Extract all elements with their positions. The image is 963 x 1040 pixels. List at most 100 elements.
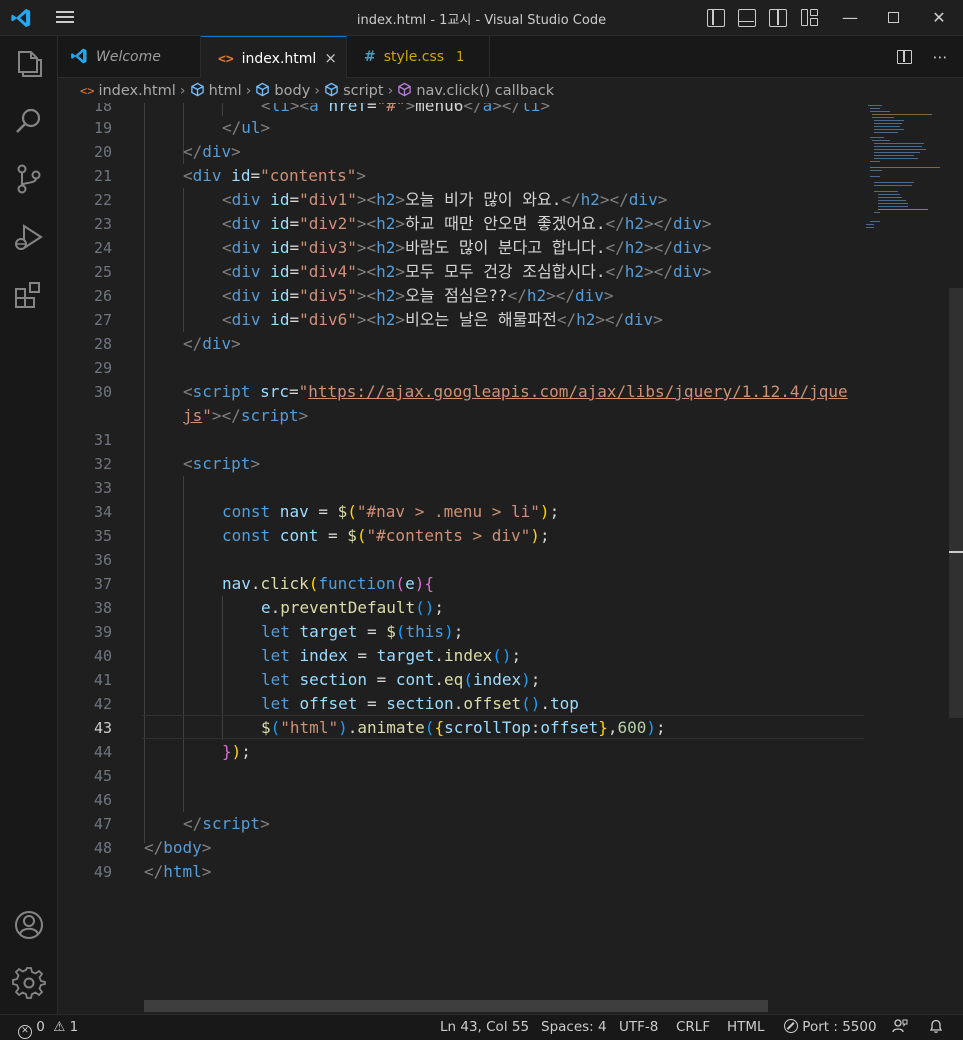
line-number: 48 (93, 839, 112, 857)
css-icon: # (364, 49, 376, 65)
close-window-icon[interactable]: ✕ (927, 6, 951, 30)
notifications-bell-icon[interactable] (928, 1015, 944, 1040)
line-number: 19 (93, 119, 112, 137)
code-line: </div> (183, 334, 241, 353)
tab-label: style.css (383, 49, 445, 65)
code-line: }); (222, 742, 251, 761)
chevron-right-icon: › (387, 83, 394, 99)
line-number: 37 (93, 575, 112, 593)
indent-guide (222, 103, 223, 116)
menu-hamburger-icon[interactable] (54, 8, 76, 28)
run-debug-icon[interactable] (12, 220, 46, 254)
scrollbar-cursor-marker (949, 551, 963, 553)
code-line: nav.click(function(e){ (222, 574, 434, 593)
extensions-icon[interactable] (12, 278, 46, 312)
status-bar: ✕ 0 ⚠ 1 Ln 43, Col 55 Spaces: 4 UTF-8 CR… (0, 1014, 963, 1040)
minimize-icon[interactable]: — (838, 6, 862, 30)
code-line: </body> (144, 838, 212, 857)
breadcrumb-callback[interactable]: nav.click() callback (416, 83, 554, 99)
tab-bar: Welcome <> index.html × # style.css 1 ⋯ (58, 36, 963, 79)
breadcrumb-script[interactable]: script (343, 83, 383, 99)
line-number: 22 (93, 191, 112, 209)
close-tab-icon[interactable]: × (324, 37, 337, 79)
tab-welcome[interactable]: Welcome (58, 36, 201, 78)
code-line: </div> (183, 142, 241, 161)
explorer-icon[interactable] (12, 46, 46, 80)
line-number: 30 (93, 383, 112, 401)
split-editor-icon[interactable] (894, 46, 916, 68)
code-line: let target = $(this); (261, 622, 464, 641)
code-line: </script> (183, 814, 270, 833)
line-number: 33 (93, 479, 112, 497)
breadcrumb-file[interactable]: index.html (98, 83, 175, 99)
line-number: 40 (93, 647, 112, 665)
line-number: 20 (93, 143, 112, 161)
minimap[interactable] (864, 103, 946, 303)
vertical-scrollbar[interactable] (949, 288, 963, 718)
html-icon: <> (218, 52, 234, 67)
accounts-icon[interactable] (12, 908, 46, 942)
line-number: 23 (93, 215, 112, 233)
code-line-wrapped: js"></script> (183, 406, 309, 425)
toggle-panel-icon[interactable] (738, 9, 756, 27)
breadcrumb-body[interactable]: body (274, 83, 310, 99)
line-number: 39 (93, 623, 112, 641)
toggle-secondary-sidebar-icon[interactable] (769, 9, 787, 27)
line-number: 38 (93, 599, 112, 617)
more-actions-icon[interactable]: ⋯ (929, 46, 951, 68)
code-line: <div id="div4"><h2>모두 모두 건강 조심합시다.</h2><… (222, 262, 712, 281)
code-line: <div id="div3"><h2>바람도 많이 분다고 합니다.</h2><… (222, 238, 712, 257)
breadcrumb-html[interactable]: html (209, 83, 242, 99)
chevron-right-icon: › (179, 83, 186, 99)
tab-style-css[interactable]: # style.css 1 (347, 36, 490, 78)
line-number: 46 (93, 791, 112, 809)
jquery-link[interactable]: https://ajax.googleapis.com/ajax/libs/jq… (308, 382, 847, 401)
code-line: let index = target.index(); (261, 646, 522, 665)
error-count: 0 (36, 1019, 45, 1035)
indentation[interactable]: Spaces: 4 (541, 1015, 607, 1040)
feedback-icon[interactable] (892, 1015, 908, 1040)
toggle-primary-sidebar-icon[interactable] (707, 9, 725, 27)
element-icon (325, 82, 338, 97)
code-line: <div id="div2"><h2>하교 때만 안오면 좋겠어요.</h2><… (222, 214, 712, 233)
line-number: 41 (93, 671, 112, 689)
search-icon[interactable] (12, 104, 46, 138)
maximize-icon[interactable] (881, 6, 905, 30)
line-number: 29 (93, 359, 112, 377)
editor-actions: ⋯ (886, 46, 951, 68)
encoding[interactable]: UTF-8 (619, 1015, 658, 1040)
line-number: 21 (93, 167, 112, 185)
line-ending[interactable]: CRLF (676, 1015, 710, 1040)
code-line: let section = cont.eq(index); (261, 670, 541, 689)
code-area[interactable]: <li><a href="#">menu6</a></li> </ul> </d… (142, 103, 864, 1014)
code-line: <div id="contents"> (183, 166, 367, 185)
title-bar: index.html - 1교시 - Visual Studio Code — … (0, 0, 963, 36)
element-icon (256, 82, 270, 97)
line-number: 24 (93, 239, 112, 257)
code-line: <div id="div6"><h2>비오는 날은 해물파전</h2></div… (222, 310, 663, 329)
source-control-icon[interactable] (12, 162, 46, 196)
code-line: <div id="div1"><h2>오늘 비가 많이 와요.</h2></di… (222, 190, 668, 209)
tab-index-html[interactable]: <> index.html × (201, 36, 347, 79)
customize-layout-icon[interactable] (801, 9, 819, 27)
warning-icon: ⚠ (53, 1019, 66, 1035)
code-line: let offset = section.offset().top (261, 694, 579, 713)
html-icon: <> (80, 84, 95, 98)
problems-indicator[interactable]: ✕ 0 ⚠ 1 (18, 1015, 78, 1040)
code-editor[interactable]: 18 19 20 21 22 23 24 25 26 27 28 29 30 3… (58, 103, 963, 1014)
line-number: 49 (93, 863, 112, 881)
live-server-port[interactable]: Port : 5500 (784, 1015, 877, 1040)
code-line: </html> (144, 862, 212, 881)
horizontal-scrollbar[interactable] (144, 1000, 768, 1012)
line-number: 34 (93, 503, 112, 521)
line-number-gutter: 18 19 20 21 22 23 24 25 26 27 28 29 30 3… (58, 103, 140, 1014)
line-number: 45 (93, 767, 112, 785)
code-line: e.preventDefault(); (261, 598, 445, 617)
code-line: <script> (183, 454, 261, 473)
language-mode[interactable]: HTML (727, 1015, 765, 1040)
settings-gear-icon[interactable] (12, 966, 46, 1000)
cursor-position[interactable]: Ln 43, Col 55 (440, 1015, 529, 1040)
line-number: 35 (93, 527, 112, 545)
element-icon (190, 82, 204, 97)
warning-count: 1 (69, 1019, 79, 1035)
